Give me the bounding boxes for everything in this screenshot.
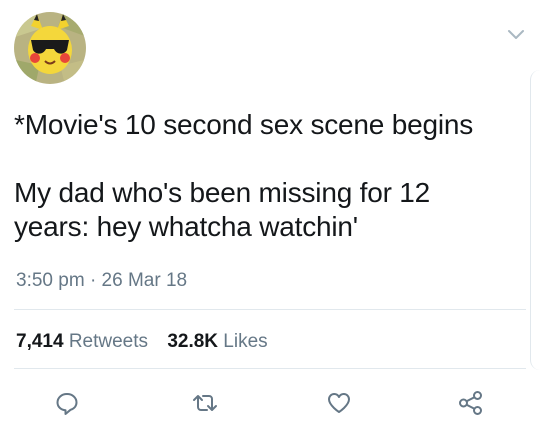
reply-icon — [56, 393, 78, 415]
tweet-stats: 7,414 Retweets 32.8K Likes — [16, 331, 268, 353]
avatar-image — [14, 12, 86, 84]
divider-bottom — [14, 368, 526, 369]
reply-button[interactable] — [52, 388, 82, 418]
divider-top — [14, 309, 526, 310]
retweet-button[interactable] — [190, 388, 220, 418]
timestamp-separator: · — [89, 270, 97, 291]
likes-stat[interactable]: 32.8K Likes — [167, 331, 267, 352]
likes-count: 32.8K — [167, 331, 219, 352]
tweet-timestamp[interactable]: 3:50 pm · 26 Mar 18 — [16, 270, 187, 292]
retweet-icon — [193, 395, 217, 411]
tweet-text: *Movie's 10 second sex scene begins My d… — [14, 109, 474, 242]
retweets-count: 7,414 — [16, 331, 64, 352]
avatar[interactable] — [14, 12, 86, 84]
share-icon — [459, 391, 482, 415]
retweets-stat[interactable]: 7,414 Retweets — [16, 331, 153, 352]
share-button[interactable] — [456, 388, 486, 418]
tweet-date: 26 Mar 18 — [101, 270, 188, 291]
chevron-down-icon[interactable] — [505, 26, 527, 42]
likes-label: Likes — [223, 331, 268, 352]
like-button[interactable] — [324, 388, 354, 418]
scroll-edge — [530, 70, 540, 370]
retweets-label: Retweets — [68, 331, 149, 352]
tweet-time: 3:50 pm — [16, 270, 85, 291]
heart-icon — [328, 393, 350, 413]
